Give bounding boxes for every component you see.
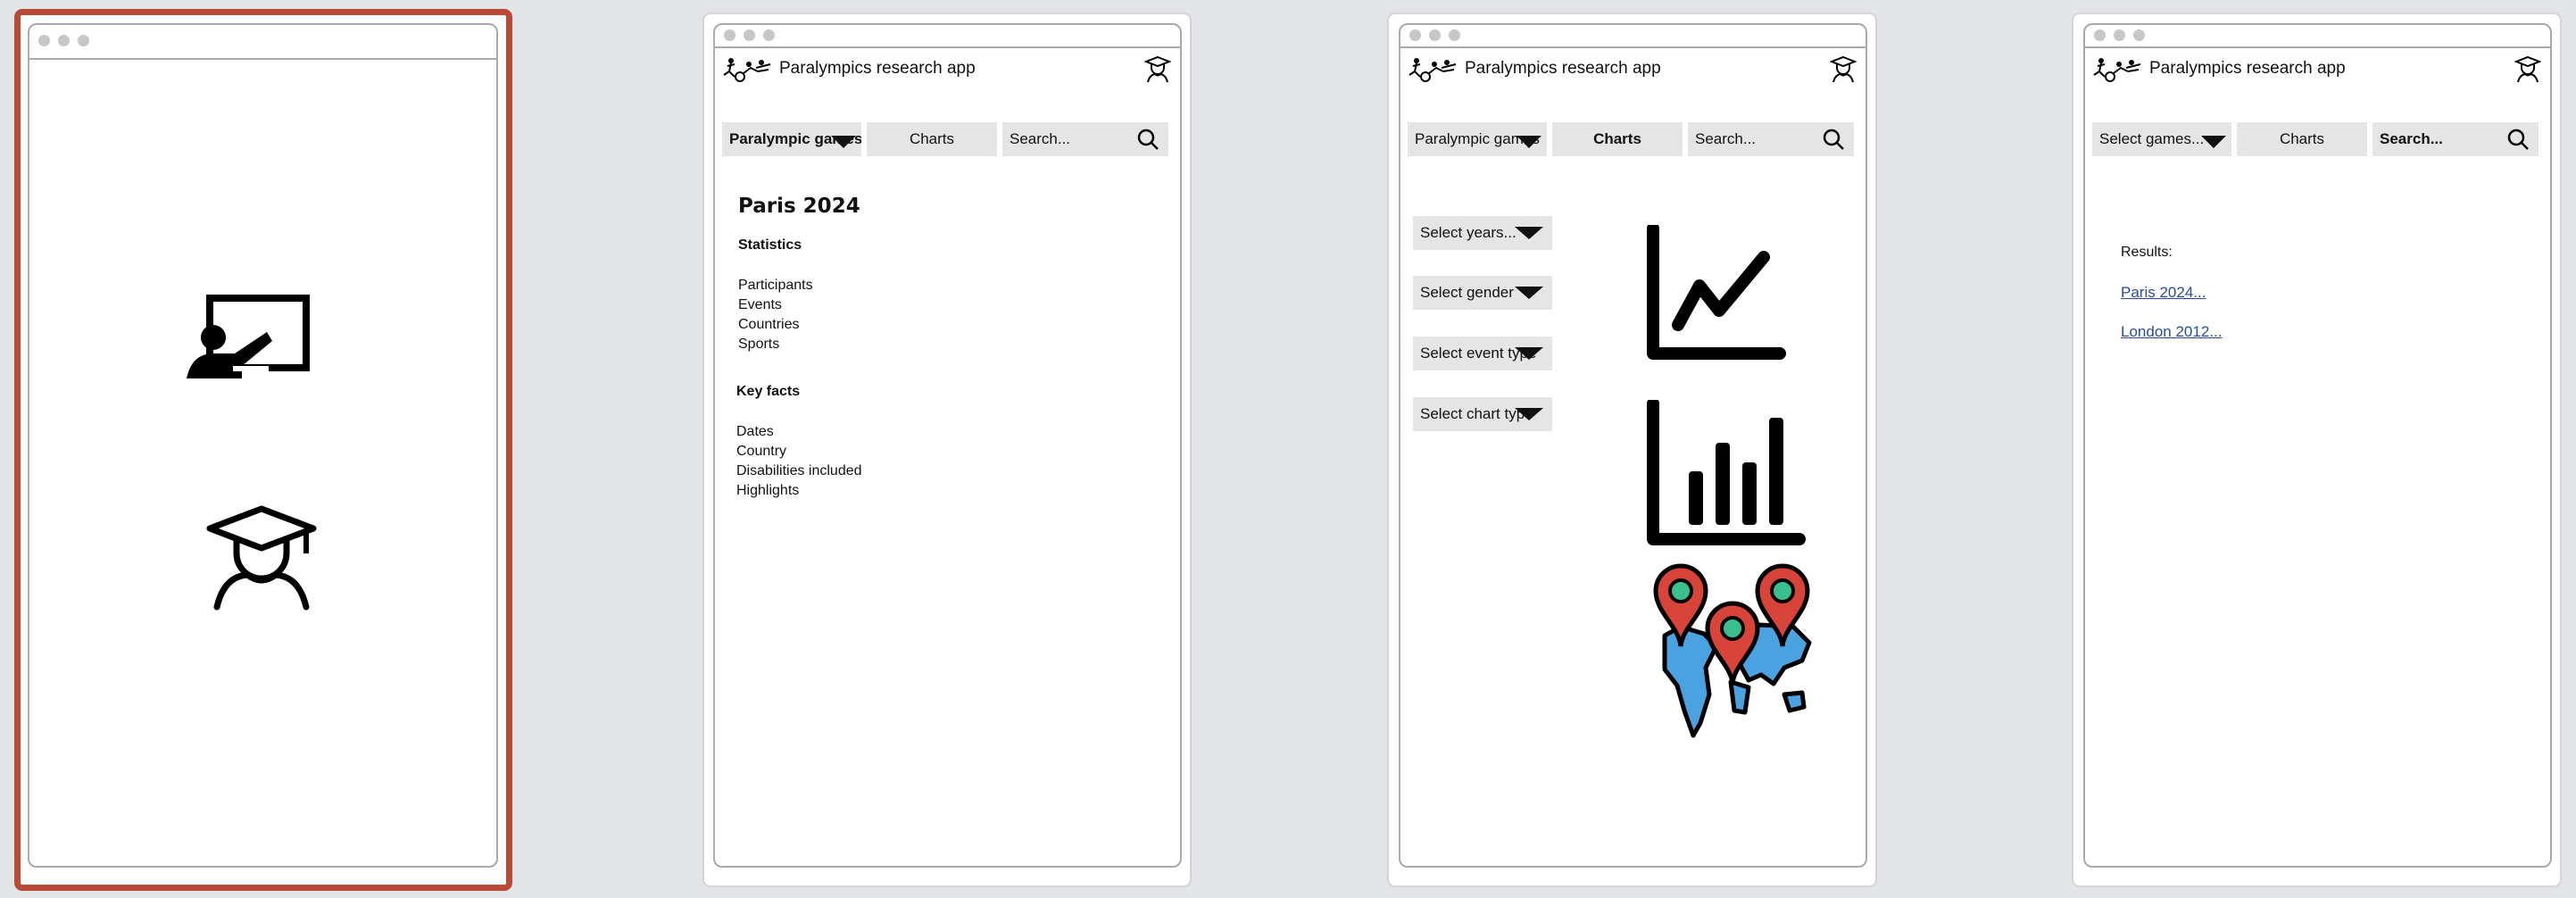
search-input[interactable]: Search... <box>2372 122 2539 156</box>
page-title: Paris 2024 <box>738 195 860 218</box>
app-header: Paralympics research app <box>2085 48 2550 89</box>
window-dot[interactable] <box>2114 29 2125 41</box>
chevron-down-icon <box>1515 227 1543 239</box>
charts-button-label: Charts <box>2279 130 2325 147</box>
games-dropdown[interactable]: Paralympic games <box>1408 122 1547 156</box>
stat-item: Participants <box>738 278 813 293</box>
paralympic-sports-logo-icon <box>723 58 771 82</box>
keyfact-item: Country <box>736 444 787 459</box>
years-filter-label: Select years... <box>1420 224 1517 241</box>
chevron-down-icon <box>1515 408 1543 420</box>
results-label: Results: <box>2121 245 2173 260</box>
app-title: Paralympics research app <box>2149 59 2346 78</box>
window-titlebar <box>2085 25 2550 48</box>
games-dropdown-label: Select games... <box>2099 130 2205 147</box>
search-placeholder: Search... <box>1010 130 1071 147</box>
student-profile-icon[interactable] <box>2514 55 2541 84</box>
screen-4-window: Paralympics research app Select games...… <box>2083 23 2552 868</box>
keyfact-item: Disabilities included <box>736 463 862 478</box>
screen-1-window <box>28 23 498 868</box>
statistics-heading: Statistics <box>738 237 802 253</box>
search-icon[interactable] <box>1136 128 1159 151</box>
chevron-down-icon <box>1515 287 1543 299</box>
app-header: Paralympics research app <box>715 48 1180 89</box>
window-titlebar <box>1400 25 1866 48</box>
search-input[interactable]: Search... <box>1688 122 1854 156</box>
window-titlebar <box>715 25 1180 48</box>
teacher-icon[interactable] <box>183 293 313 386</box>
window-dot[interactable] <box>58 35 70 46</box>
chevron-down-icon <box>2201 136 2226 148</box>
years-filter-dropdown[interactable]: Select years... <box>1413 216 1552 250</box>
window-dot[interactable] <box>763 29 775 41</box>
search-input[interactable]: Search... <box>1002 122 1168 156</box>
world-map-pins-icon[interactable] <box>1650 561 1825 739</box>
search-placeholder: Search... <box>1695 130 1757 147</box>
search-icon[interactable] <box>1822 128 1845 151</box>
chevron-down-icon <box>831 136 856 148</box>
app-title: Paralympics research app <box>1465 59 1661 78</box>
charts-button-label: Charts <box>909 130 955 147</box>
line-chart-icon[interactable] <box>1646 225 1789 361</box>
chevron-down-icon <box>1517 136 1541 148</box>
window-dot[interactable] <box>78 35 89 46</box>
app-title: Paralympics research app <box>779 59 976 78</box>
bar-chart-icon[interactable] <box>1646 400 1807 548</box>
paralympic-sports-logo-icon <box>1408 58 1457 82</box>
keyfact-item: Highlights <box>736 483 800 498</box>
stat-item: Events <box>738 297 782 312</box>
stat-item: Sports <box>738 337 780 352</box>
games-dropdown[interactable]: Paralympic games <box>722 122 861 156</box>
gender-filter-label: Select gender <box>1420 284 1514 301</box>
app-header: Paralympics research app <box>1400 48 1866 89</box>
result-link-paris-2024[interactable]: Paris 2024... <box>2121 284 2206 302</box>
screen-2-window: Paralympics research app Paralympic game… <box>713 23 1182 868</box>
window-titlebar <box>29 25 496 60</box>
result-link-london-2012[interactable]: London 2012... <box>2121 323 2222 341</box>
charts-button[interactable]: Charts <box>1552 122 1683 156</box>
student-icon[interactable] <box>204 505 319 612</box>
window-dot[interactable] <box>38 35 50 46</box>
key-facts-heading: Key facts <box>736 384 801 399</box>
screen-3-window: Paralympics research app Paralympic game… <box>1399 23 1867 868</box>
paralympic-sports-logo-icon <box>2093 58 2141 82</box>
window-dot[interactable] <box>1449 29 1460 41</box>
window-dot[interactable] <box>744 29 755 41</box>
games-dropdown[interactable]: Select games... <box>2092 122 2231 156</box>
window-dot[interactable] <box>724 29 735 41</box>
keyfact-item: Dates <box>736 424 774 439</box>
charts-button[interactable]: Charts <box>867 122 997 156</box>
charts-button-label: Charts <box>1593 130 1641 147</box>
gender-filter-dropdown[interactable]: Select gender <box>1413 276 1552 310</box>
student-profile-icon[interactable] <box>1144 55 1171 84</box>
event-type-filter-dropdown[interactable]: Select event type <box>1413 337 1552 370</box>
window-dot[interactable] <box>1409 29 1421 41</box>
chart-type-filter-dropdown[interactable]: Select chart type <box>1413 397 1552 431</box>
student-profile-icon[interactable] <box>1830 55 1857 84</box>
window-dot[interactable] <box>2094 29 2106 41</box>
charts-button[interactable]: Charts <box>2237 122 2367 156</box>
window-dot[interactable] <box>2133 29 2145 41</box>
stat-item: Countries <box>738 317 800 332</box>
search-placeholder: Search... <box>2380 130 2443 147</box>
search-icon[interactable] <box>2506 128 2530 151</box>
chevron-down-icon <box>1515 347 1543 360</box>
window-dot[interactable] <box>1429 29 1441 41</box>
